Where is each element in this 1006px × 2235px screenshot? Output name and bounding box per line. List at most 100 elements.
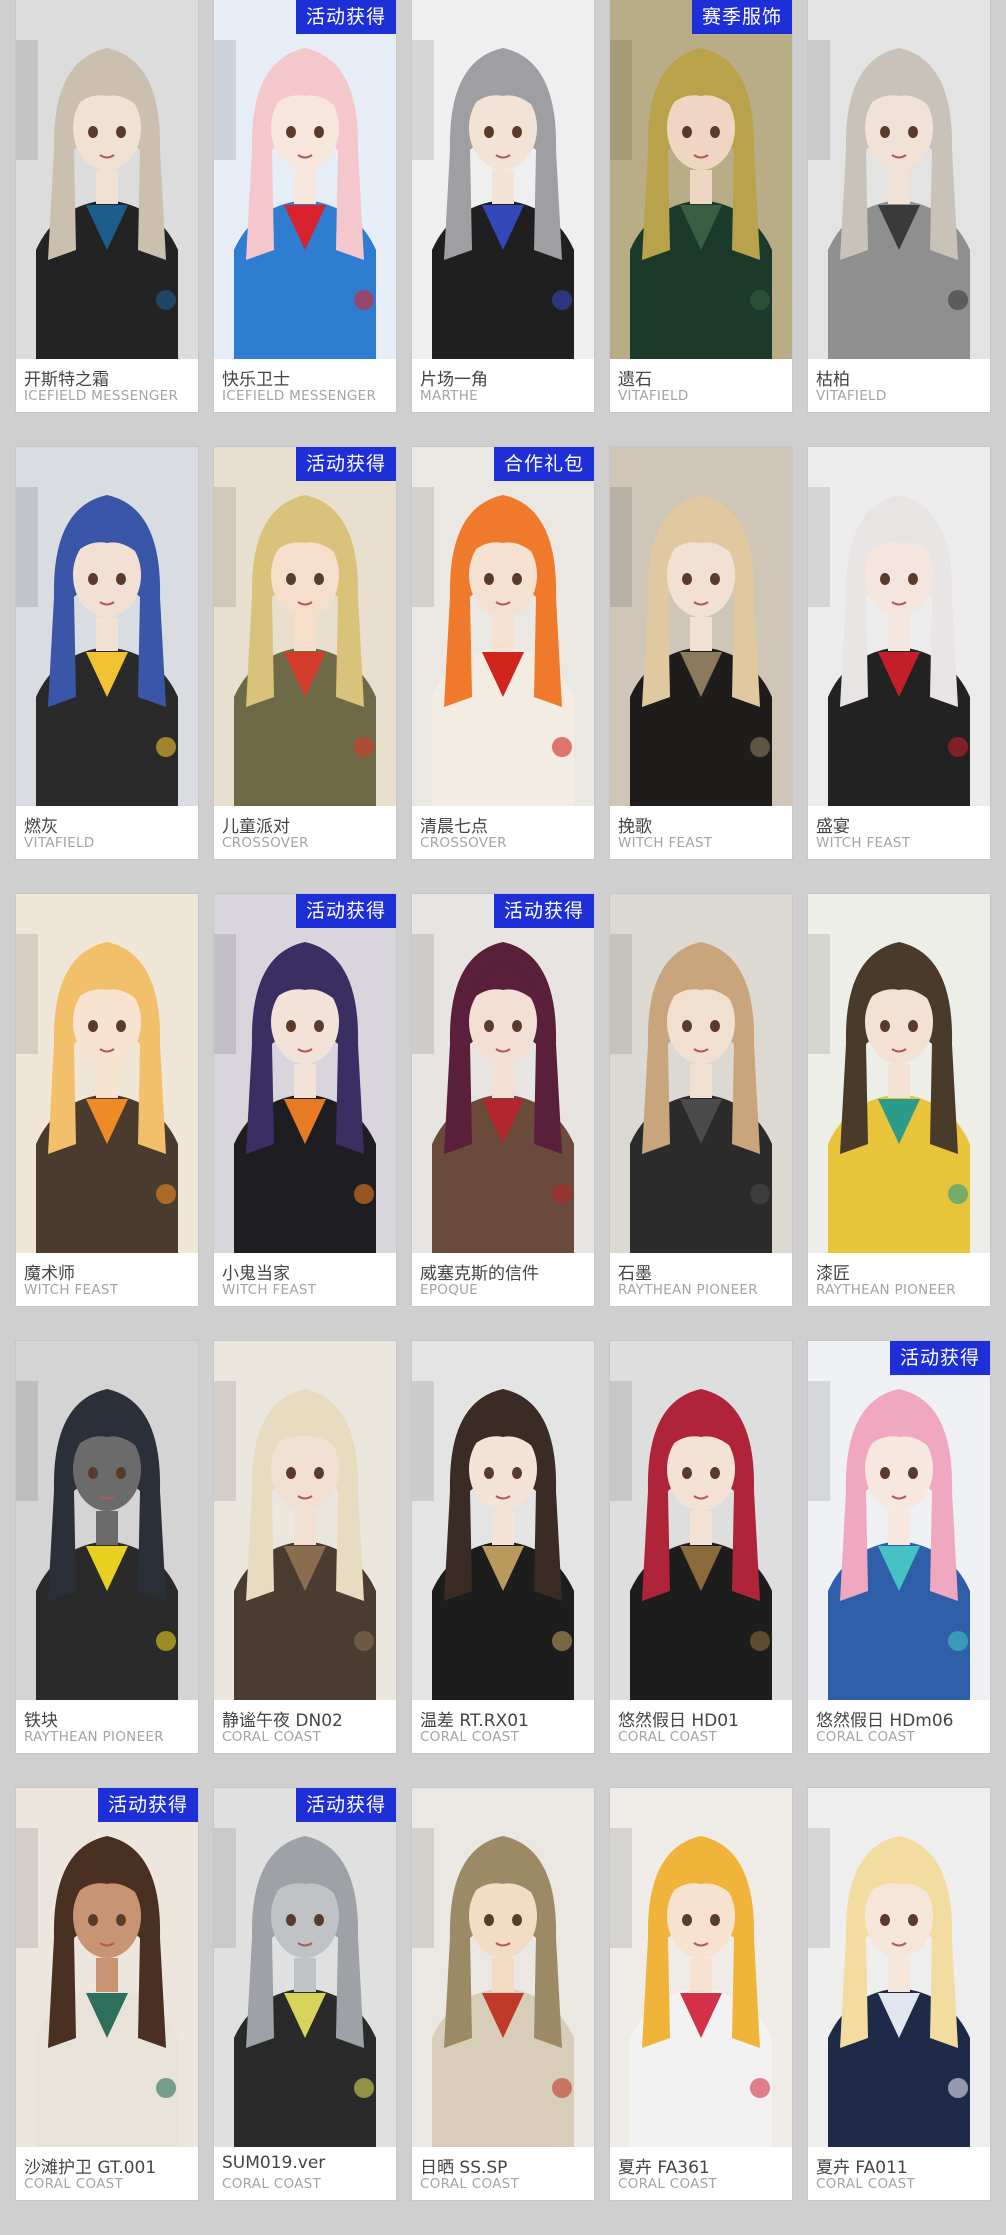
skin-name: 静谧午夜 DN02 xyxy=(222,1711,343,1731)
acquisition-badge: 合作礼包 xyxy=(493,447,594,481)
skin-artwork xyxy=(808,447,990,806)
skin-artwork xyxy=(412,447,594,806)
skin-name: 挽歌 xyxy=(618,817,652,837)
skin-card[interactable]: 赛季服饰遗石 VITAFIELD xyxy=(610,0,792,412)
skin-series: CORAL COAST xyxy=(222,2176,322,2192)
acquisition-badge: 活动获得 xyxy=(97,1788,198,1822)
skin-card[interactable]: 悠然假日 HD01 CORAL COAST xyxy=(610,1341,792,1753)
skin-artwork xyxy=(412,894,594,1253)
skin-name: 快乐卫士 xyxy=(222,370,290,390)
skin-artwork xyxy=(610,1341,792,1700)
skin-name: 铁块 xyxy=(24,1711,58,1731)
skin-artwork xyxy=(808,1788,990,2147)
skin-series: WITCH FEAST xyxy=(222,1282,317,1298)
skin-artwork xyxy=(214,894,396,1253)
skin-series: CORAL COAST xyxy=(222,1729,322,1745)
skin-card[interactable]: 活动获得快乐卫士 ICEFIELD MESSENGER xyxy=(214,0,396,412)
skin-card[interactable]: 枯柏 VITAFIELD xyxy=(808,0,990,412)
skin-artwork xyxy=(808,1341,990,1700)
acquisition-badge: 活动获得 xyxy=(493,894,594,928)
skin-caption: 漆匠 RAYTHEAN PIONEER xyxy=(808,1253,990,1306)
acquisition-badge: 活动获得 xyxy=(889,1341,990,1375)
skin-series: WITCH FEAST xyxy=(24,1282,119,1298)
acquisition-badge: 赛季服饰 xyxy=(691,0,792,34)
skin-caption: 悠然假日 HD01 CORAL COAST xyxy=(610,1700,792,1753)
skin-series: RAYTHEAN PIONEER xyxy=(816,1282,956,1298)
skin-series: VITAFIELD xyxy=(24,835,95,851)
skin-card[interactable]: 日晒 SS.SP CORAL COAST xyxy=(412,1788,594,2200)
skin-artwork xyxy=(16,1788,198,2147)
skin-card[interactable]: 夏卉 FA011 CORAL COAST xyxy=(808,1788,990,2200)
skin-series: CORAL COAST xyxy=(816,1729,916,1745)
skin-caption: 石墨 RAYTHEAN PIONEER xyxy=(610,1253,792,1306)
skin-series: CORAL COAST xyxy=(24,2176,124,2192)
skin-artwork xyxy=(610,894,792,1253)
acquisition-badge: 活动获得 xyxy=(295,1788,396,1822)
skin-artwork xyxy=(808,894,990,1253)
acquisition-badge: 活动获得 xyxy=(295,0,396,34)
skin-artwork xyxy=(214,1788,396,2147)
skin-artwork xyxy=(610,447,792,806)
skin-series: CORAL COAST xyxy=(420,1729,520,1745)
skin-artwork xyxy=(16,1341,198,1700)
skin-artwork xyxy=(214,1341,396,1700)
skin-card[interactable]: 活动获得 悠然假日 HDm06 CORAL COAST xyxy=(808,1341,990,1753)
skin-name: 枯柏 xyxy=(816,370,850,390)
skin-series: VITAFIELD xyxy=(618,388,689,404)
skin-card[interactable]: 魔术师 WITCH FEAST xyxy=(16,894,198,1306)
skin-series: EPOQUE xyxy=(420,1282,479,1298)
skin-card[interactable]: 活动获得儿童派对 CROSSOVER xyxy=(214,447,396,859)
skin-card[interactable]: 片场一角 MARTHE xyxy=(412,0,594,412)
skin-series: VITAFIELD xyxy=(816,388,887,404)
skin-series: ICEFIELD MESSENGER xyxy=(222,388,377,404)
skin-series: CROSSOVER xyxy=(222,835,309,851)
skin-name: 夏卉 FA011 xyxy=(816,2158,908,2178)
skin-card[interactable]: 铁块 RAYTHEAN PIONEER xyxy=(16,1341,198,1753)
skin-series: WITCH FEAST xyxy=(618,835,713,851)
skin-name: 小鬼当家 xyxy=(222,1264,290,1284)
skin-name: SUM019.ver xyxy=(222,2153,326,2173)
skin-name: 魔术师 xyxy=(24,1264,75,1284)
acquisition-badge: 活动获得 xyxy=(295,447,396,481)
skin-series: RAYTHEAN PIONEER xyxy=(618,1282,758,1298)
skin-caption: 魔术师 WITCH FEAST xyxy=(16,1253,198,1306)
skin-artwork xyxy=(412,1788,594,2147)
skin-name: 儿童派对 xyxy=(222,817,290,837)
skin-caption: 燃灰 VITAFIELD xyxy=(16,806,198,859)
skin-grid: 开斯特之霜 ICEFIELD MESSENGER 活动获得 快乐卫士 ICEFIELD … xyxy=(16,0,998,2200)
skin-artwork xyxy=(610,1788,792,2147)
skin-artwork xyxy=(16,0,198,359)
skin-card[interactable]: 静谧午夜 DN02 CORAL COAST xyxy=(214,1341,396,1753)
skin-name: 威塞克斯的信件 xyxy=(420,1264,539,1284)
skin-name: 开斯特之霜 xyxy=(24,370,109,390)
skin-artwork xyxy=(412,0,594,359)
skin-series: ICEFIELD MESSENGER xyxy=(24,388,179,404)
skin-series: CROSSOVER xyxy=(420,835,507,851)
skin-caption: 小鬼当家 WITCH FEAST xyxy=(214,1253,396,1306)
skin-caption: 温差 RT.RX01 CORAL COAST xyxy=(412,1700,594,1753)
skin-name: 悠然假日 HD01 xyxy=(618,1711,739,1731)
skin-caption: SUM019.ver CORAL COAST xyxy=(214,2147,396,2200)
skin-card[interactable]: 盛宴 WITCH FEAST xyxy=(808,447,990,859)
skin-caption: 铁块 RAYTHEAN PIONEER xyxy=(16,1700,198,1753)
skin-caption: 儿童派对 CROSSOVER xyxy=(214,806,396,859)
skin-card[interactable]: 合作礼包清晨七点 CROSSOVER xyxy=(412,447,594,859)
skin-card[interactable]: 温差 RT.RX01 CORAL COAST xyxy=(412,1341,594,1753)
skin-card[interactable]: 挽歌 WITCH FEAST xyxy=(610,447,792,859)
skin-name: 温差 RT.RX01 xyxy=(420,1711,529,1731)
skin-card[interactable]: 夏卉 FA361 CORAL COAST xyxy=(610,1788,792,2200)
skin-card[interactable]: 漆匠 RAYTHEAN PIONEER xyxy=(808,894,990,1306)
skin-name: 片场一角 xyxy=(420,370,488,390)
skin-caption: 清晨七点 CROSSOVER xyxy=(412,806,594,859)
skin-card[interactable]: 石墨 RAYTHEAN PIONEER xyxy=(610,894,792,1306)
skin-card[interactable]: 开斯特之霜 ICEFIELD MESSENGER xyxy=(16,0,198,412)
skin-card[interactable]: 活动获得威塞克斯的信件 EPOQUE xyxy=(412,894,594,1306)
skin-artwork xyxy=(214,447,396,806)
skin-caption: 静谧午夜 DN02 CORAL COAST xyxy=(214,1700,396,1753)
skin-caption: 遗石 VITAFIELD xyxy=(610,359,792,412)
skin-caption: 夏卉 FA361 CORAL COAST xyxy=(610,2147,792,2200)
skin-card[interactable]: 活动获得 小鬼当家 WITCH FEAST xyxy=(214,894,396,1306)
skin-card[interactable]: 活动获得 SUM019.ver CORAL COAST xyxy=(214,1788,396,2200)
skin-card[interactable]: 燃灰 VITAFIELD xyxy=(16,447,198,859)
skin-card[interactable]: 活动获得 沙滩护卫 GT.001 CORAL COAST xyxy=(16,1788,198,2200)
